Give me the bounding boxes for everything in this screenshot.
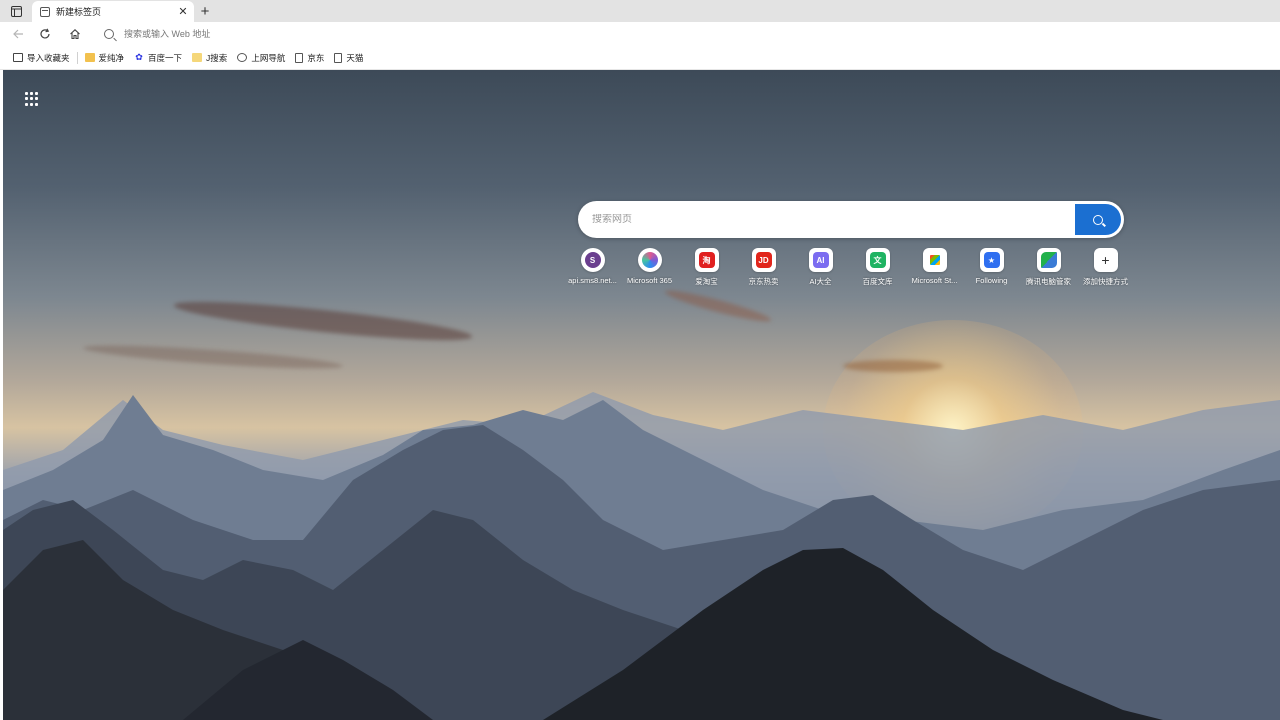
quick-link[interactable]: Microsoft 365 xyxy=(621,248,678,287)
quick-link-label: Microsoft 365 xyxy=(626,276,673,285)
close-tab-icon[interactable]: ✕ xyxy=(176,5,190,19)
add-icon: + xyxy=(1101,252,1110,268)
quick-link-label: Microsoft St... xyxy=(911,276,958,285)
bookmarks-bar: 导入收藏夹 爱纯净 ✿ 百度一下 J搜索 上网导航 京东 天猫 xyxy=(0,46,1280,70)
bookmark-baidu[interactable]: ✿ 百度一下 xyxy=(129,49,187,67)
quick-links: Sapi.sms8.net... Microsoft 365 淘爱淘宝 JD 京东热卖 A… xyxy=(564,248,1134,287)
refresh-button[interactable] xyxy=(30,22,60,46)
tab-actions-icon xyxy=(10,5,22,17)
apps-dot xyxy=(30,97,33,101)
apps-dot xyxy=(30,102,33,106)
folder-icon xyxy=(192,53,203,62)
import-icon xyxy=(13,53,23,62)
apps-dot xyxy=(25,97,28,101)
home-button[interactable] xyxy=(60,22,90,46)
quick-link[interactable]: 淘爱淘宝 xyxy=(678,248,735,287)
apps-dot xyxy=(25,92,28,95)
quick-link-label: 京东热卖 xyxy=(748,277,779,286)
quick-link[interactable]: Sapi.sms8.net... xyxy=(564,248,621,287)
quick-link[interactable]: AI AI大全 xyxy=(792,248,849,287)
quick-link-label: 爱淘宝 xyxy=(695,277,718,286)
search-icon xyxy=(1093,214,1103,225)
bookmark-label: J搜索 xyxy=(206,52,228,63)
bookmark-nav[interactable]: 上网导航 xyxy=(232,49,290,67)
apps-dot xyxy=(35,102,38,106)
page-icon xyxy=(295,52,304,63)
web-search-box[interactable] xyxy=(578,201,1124,238)
back-button[interactable] xyxy=(0,22,30,46)
tab-new-tab[interactable]: 新建标签页 ✕ xyxy=(32,1,194,22)
quick-link-label: 添加快捷方式 xyxy=(1083,277,1128,286)
tab-actions-button[interactable] xyxy=(0,0,32,22)
bookmark-aichunjing[interactable]: 爱纯净 xyxy=(80,49,130,67)
home-icon xyxy=(70,29,80,40)
bookmark-label: 天猫 xyxy=(346,52,364,63)
quick-link[interactable]: 腾讯电脑管家 xyxy=(1020,248,1077,287)
bookmark-label: 导入收藏夹 xyxy=(27,52,70,63)
quick-link-tile[interactable]: + xyxy=(1093,248,1118,272)
apps-launcher-button[interactable] xyxy=(25,92,39,106)
bookmark-jd[interactable]: 京东 xyxy=(290,49,329,67)
quick-link-label: 腾讯电脑管家 xyxy=(1026,277,1071,286)
site-logo-icon xyxy=(641,252,658,268)
apps-dot xyxy=(30,92,33,95)
apps-dot xyxy=(35,97,38,101)
search-icon xyxy=(104,29,114,39)
site-logo-icon: 文 xyxy=(869,252,886,268)
site-logo-icon xyxy=(929,255,940,265)
quick-link-label: Following xyxy=(975,276,1008,285)
search-button[interactable] xyxy=(1075,204,1121,235)
address-input[interactable] xyxy=(124,29,524,39)
site-logo-icon: S xyxy=(584,252,601,268)
site-logo-icon: AI xyxy=(812,252,829,268)
new-tab-page: Sapi.sms8.net... Microsoft 365 淘爱淘宝 JD 京东热卖 A… xyxy=(3,70,1280,720)
bookmark-label: 爱纯净 xyxy=(98,52,125,63)
quick-link[interactable]: JD 京东热卖 xyxy=(735,248,792,287)
quick-link[interactable]: + 添加快捷方式 xyxy=(1077,248,1134,287)
new-tab-page-icon xyxy=(40,6,50,17)
refresh-icon xyxy=(40,28,50,39)
quick-link-tile[interactable]: ★ xyxy=(979,248,1004,272)
folder-icon xyxy=(84,53,95,62)
tab-title: 新建标签页 xyxy=(56,7,102,17)
back-arrow-icon xyxy=(12,29,23,39)
tab-strip: 新建标签页 ✕ + xyxy=(0,0,1280,22)
apps-dot xyxy=(25,102,28,106)
site-logo-icon: 淘 xyxy=(698,252,715,268)
quick-link[interactable]: ★ Following xyxy=(963,248,1020,287)
quick-link-label: AI大全 xyxy=(809,277,832,286)
site-logo-icon: ★ xyxy=(983,252,1000,268)
bookmark-jsearch[interactable]: J搜索 xyxy=(187,49,232,67)
quick-link-tile[interactable] xyxy=(637,248,662,272)
quick-link-tile[interactable]: S xyxy=(580,248,605,272)
quick-link[interactable]: Microsoft St... xyxy=(906,248,963,287)
web-search-input[interactable] xyxy=(592,214,1075,225)
page-icon xyxy=(334,52,343,63)
quick-link-tile[interactable] xyxy=(922,248,947,272)
site-logo-icon: JD xyxy=(755,252,772,268)
new-tab-button[interactable]: + xyxy=(194,1,216,22)
quick-link-tile[interactable]: JD xyxy=(751,248,776,272)
quick-link[interactable]: 文百度文库 xyxy=(849,248,906,287)
globe-icon xyxy=(237,53,248,62)
apps-dot xyxy=(35,92,38,95)
bookmark-import[interactable]: 导入收藏夹 xyxy=(8,49,75,67)
bookmark-label: 京东 xyxy=(307,52,325,63)
bookmark-label: 百度一下 xyxy=(148,52,183,63)
quick-link-tile[interactable]: AI xyxy=(808,248,833,272)
baidu-icon: ✿ xyxy=(135,52,143,62)
bookmark-tmall[interactable]: 天猫 xyxy=(329,49,368,67)
bookmark-label: 上网导航 xyxy=(251,52,286,63)
quick-link-tile[interactable]: 文 xyxy=(865,248,890,272)
address-bar[interactable] xyxy=(90,24,1280,44)
quick-link-label: 百度文库 xyxy=(862,277,893,286)
quick-link-tile[interactable] xyxy=(1036,248,1061,272)
toolbar xyxy=(0,22,1280,46)
mountain-landscape xyxy=(3,392,1280,720)
site-logo-icon xyxy=(1040,252,1057,268)
bookmarks-divider xyxy=(76,51,78,64)
quick-link-label: api.sms8.net... xyxy=(568,276,617,285)
quick-link-tile[interactable]: 淘 xyxy=(694,248,719,272)
